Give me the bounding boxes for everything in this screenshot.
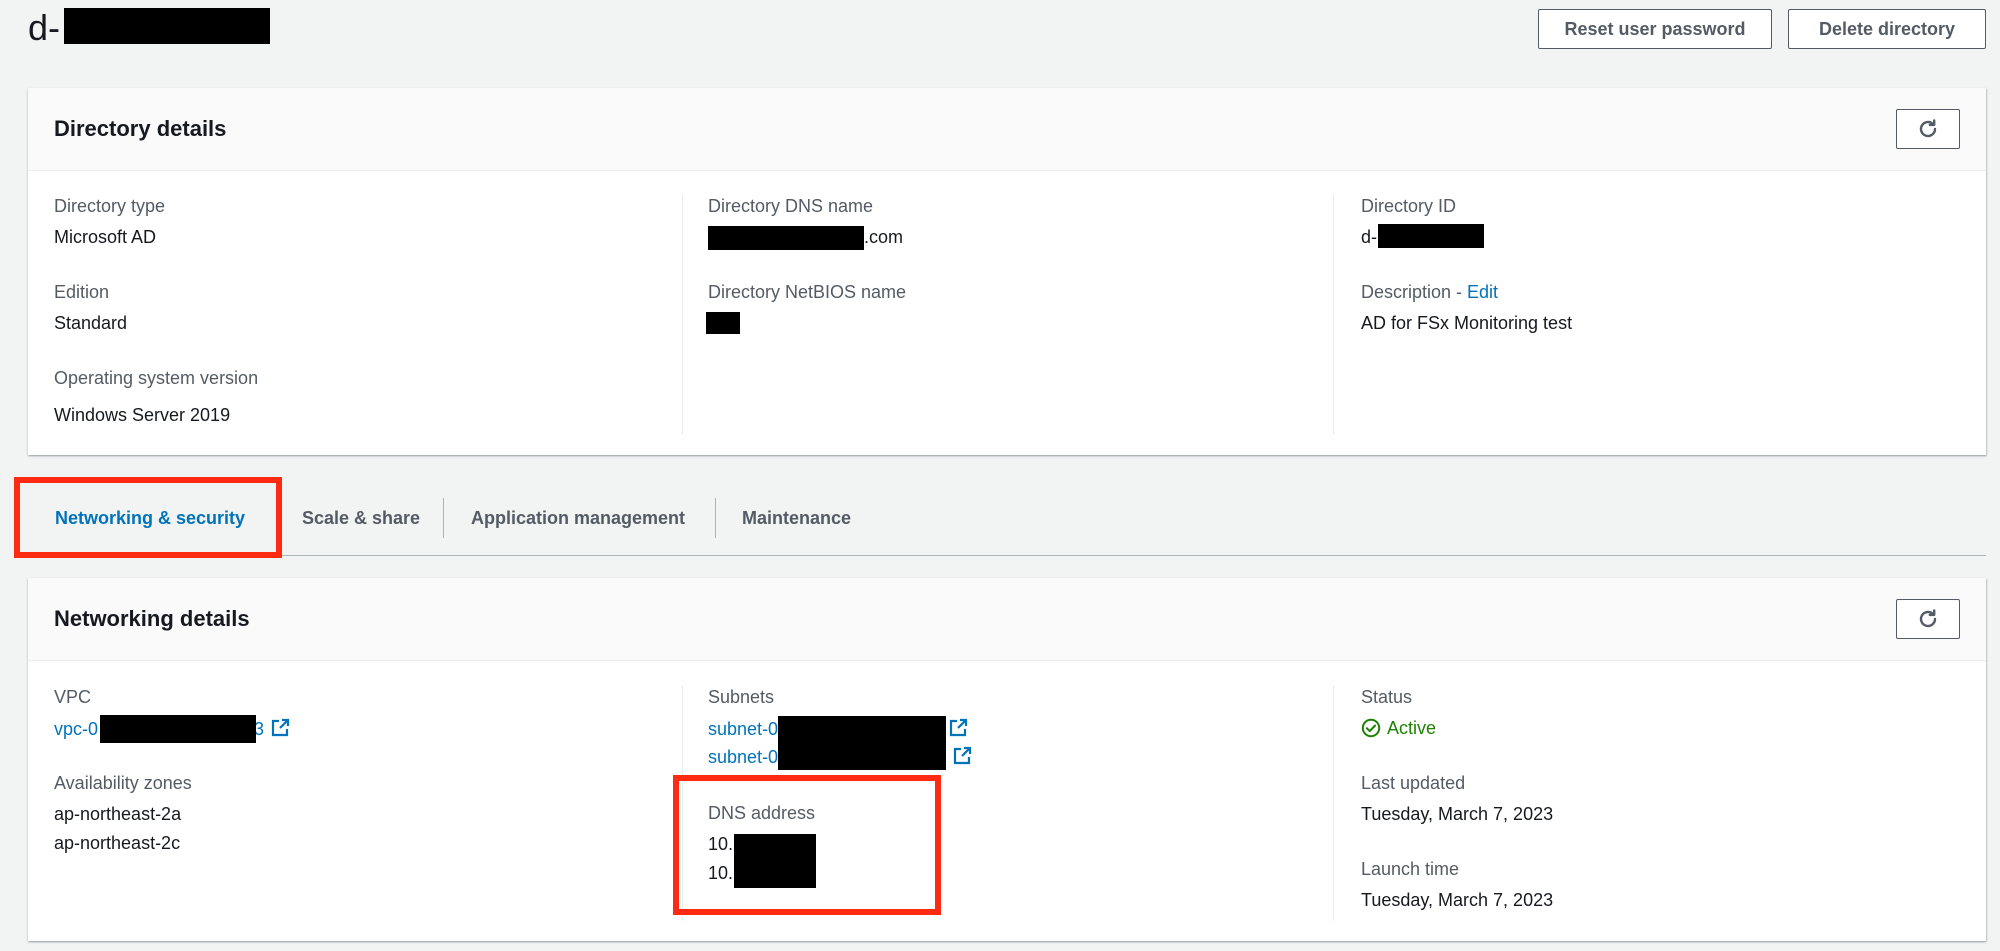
directory-id-label: Directory ID — [1361, 196, 1457, 216]
subnet-link[interactable]: subnet-0 — [708, 747, 778, 767]
tab-maintenance[interactable]: Maintenance — [742, 508, 851, 529]
directory-type-value: Microsoft AD — [54, 227, 157, 247]
edition-label: Edition — [54, 282, 110, 302]
highlight-dns-address — [673, 775, 941, 915]
column-divider — [1333, 685, 1334, 921]
description-value: AD for FSx Monitoring test — [1361, 313, 1573, 333]
redacted-dns-name — [708, 226, 864, 250]
reset-user-password-button[interactable]: Reset user password — [1538, 9, 1772, 49]
refresh-directory-details-button[interactable] — [1896, 109, 1960, 149]
external-link-icon[interactable] — [952, 746, 972, 766]
networking-details-title: Networking details — [54, 606, 250, 631]
os-version-value: Windows Server 2019 — [54, 405, 231, 425]
networking-details-header: Networking details — [28, 578, 1986, 661]
last-updated-value: Tuesday, March 7, 2023 — [1361, 804, 1554, 824]
directory-details-title: Directory details — [54, 116, 227, 141]
last-updated-label: Last updated — [1361, 773, 1466, 793]
availability-zones-label: Availability zones — [54, 773, 192, 793]
subnet-link[interactable]: subnet-0 — [708, 719, 778, 739]
directory-id-prefix: d- — [1361, 227, 1378, 247]
external-link-icon[interactable] — [270, 718, 290, 738]
directory-type-label: Directory type — [54, 196, 166, 216]
column-divider — [1333, 195, 1334, 435]
dns-name-label: Directory DNS name — [708, 196, 874, 216]
refresh-networking-details-button[interactable] — [1896, 599, 1960, 639]
redacted-vpc-id — [100, 715, 256, 743]
directory-details-header: Directory details — [28, 88, 1986, 171]
refresh-icon — [1919, 119, 1937, 138]
vpc-link[interactable]: vpc-0 — [54, 719, 98, 739]
directory-details-panel: Directory details Directory type Microso… — [28, 88, 1986, 455]
external-link-icon[interactable] — [948, 718, 968, 738]
launch-time-label: Launch time — [1361, 859, 1460, 879]
availability-zone-item: ap-northeast-2c — [54, 833, 181, 853]
tab-application-management[interactable]: Application management — [471, 508, 685, 529]
column-divider — [682, 195, 683, 435]
description-label-text: Description - — [1361, 282, 1468, 302]
redacted-directory-id — [64, 8, 270, 44]
delete-directory-button[interactable]: Delete directory — [1788, 9, 1986, 49]
tab-separator — [715, 498, 716, 538]
tab-scale-share[interactable]: Scale & share — [302, 508, 420, 529]
subnets-label: Subnets — [708, 687, 775, 707]
availability-zone-item: ap-northeast-2a — [54, 804, 182, 824]
netbios-name-label: Directory NetBIOS name — [708, 282, 907, 302]
status-row: Active — [1361, 718, 1436, 739]
redacted-directory-id-value — [1378, 224, 1484, 248]
tabs-divider — [28, 555, 1986, 556]
tab-separator — [443, 498, 444, 538]
edition-value: Standard — [54, 313, 128, 333]
dns-name-suffix: .com — [864, 227, 904, 247]
success-icon — [1361, 718, 1381, 738]
launch-time-value: Tuesday, March 7, 2023 — [1361, 890, 1554, 910]
redacted-netbios-name — [706, 312, 740, 334]
vpc-label: VPC — [54, 687, 92, 707]
refresh-icon — [1919, 609, 1937, 628]
page-title: d- — [28, 7, 61, 48]
description-label: Description - Edit — [1361, 282, 1498, 303]
redacted-subnet-ids — [778, 716, 946, 770]
status-label: Status — [1361, 687, 1413, 707]
status-value: Active — [1387, 718, 1437, 738]
highlight-networking-tab — [14, 477, 282, 558]
networking-details-panel: Networking details VPC vpc-0 3 Availabili… — [28, 578, 1986, 941]
os-version-label: Operating system version — [54, 368, 259, 388]
description-edit-link[interactable]: Edit — [1467, 282, 1498, 302]
